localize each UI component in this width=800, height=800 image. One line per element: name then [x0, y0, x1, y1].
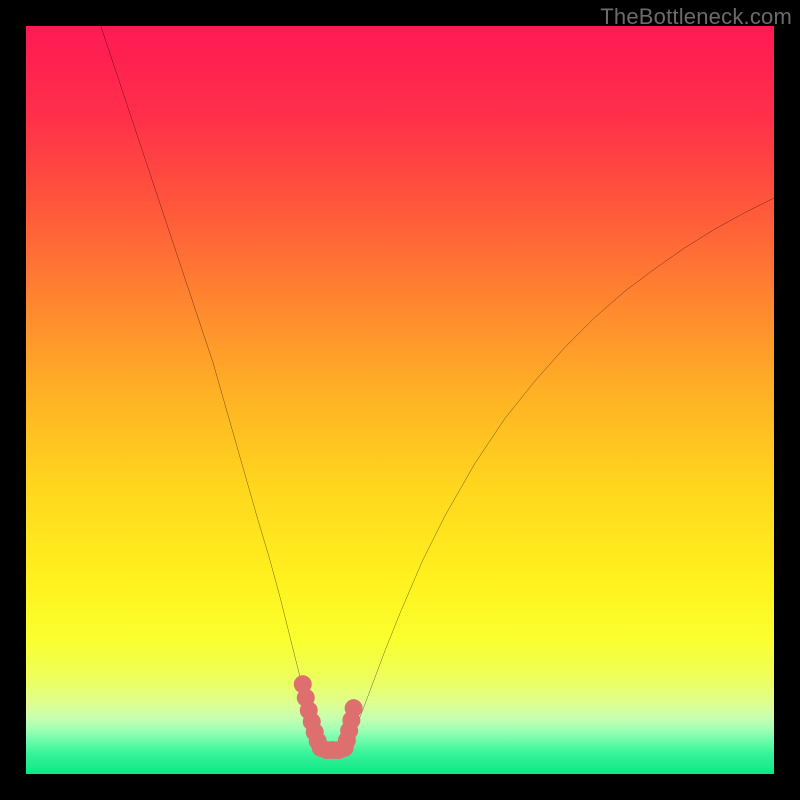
plot-area	[26, 26, 774, 774]
curve-layer	[26, 26, 774, 774]
bottleneck-curve	[101, 26, 774, 750]
chart-frame: TheBottleneck.com	[0, 0, 800, 800]
marker-dot	[345, 699, 363, 717]
watermark-text: TheBottleneck.com	[600, 4, 792, 30]
marker-dots	[294, 675, 363, 759]
